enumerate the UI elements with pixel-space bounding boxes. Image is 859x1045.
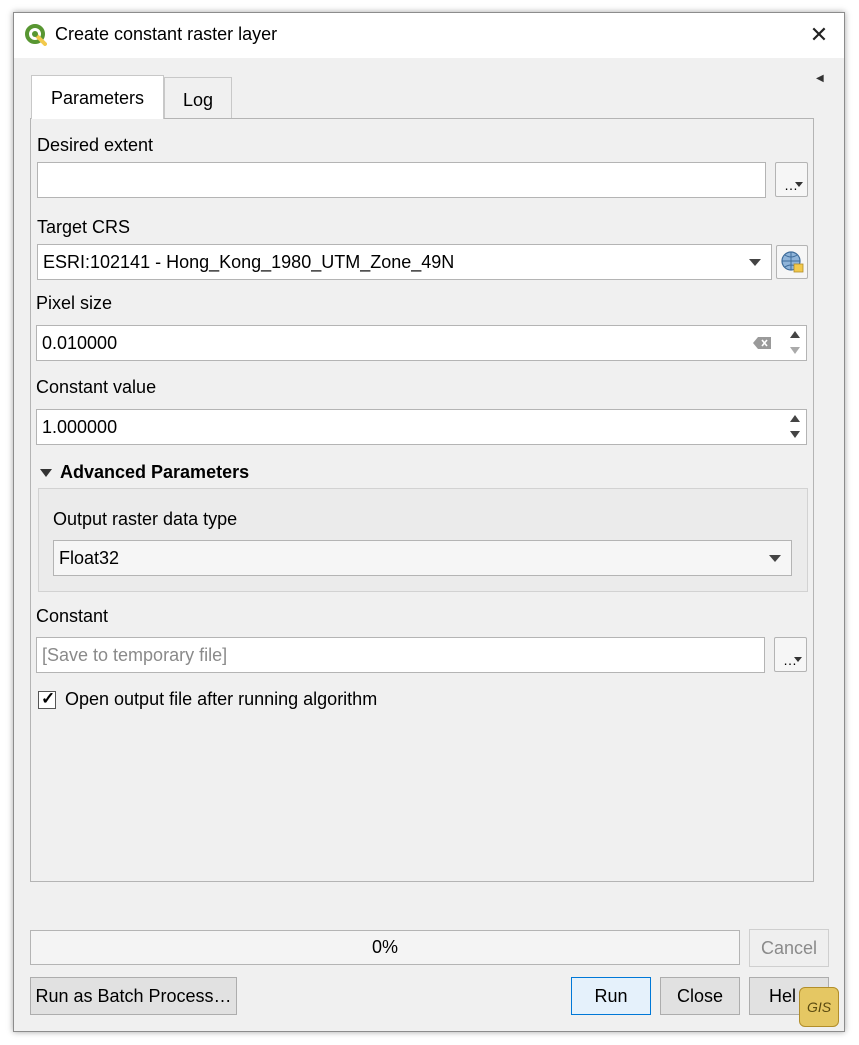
extent-options-button[interactable]: … xyxy=(775,162,808,197)
extent-field[interactable] xyxy=(37,162,766,198)
chevron-down-icon xyxy=(794,657,802,662)
close-window-icon[interactable]: ✕ xyxy=(804,21,834,49)
pixel-size-input[interactable]: 0.010000 xyxy=(36,325,807,361)
output-label: Constant xyxy=(36,606,109,626)
crs-value: ESRI:102141 - Hong_Kong_1980_UTM_Zone_49… xyxy=(43,252,455,272)
output-type-select[interactable]: Float32 xyxy=(53,540,792,576)
batch-process-button[interactable]: Run as Batch Process… xyxy=(30,977,237,1015)
output-file-field[interactable]: [Save to temporary file] xyxy=(36,637,765,673)
pixel-size-stepper[interactable] xyxy=(785,325,807,361)
constant-value-input[interactable]: 1.000000 xyxy=(36,409,807,445)
advanced-parameters-header[interactable]: Advanced Parameters xyxy=(60,462,249,483)
constant-value-label: Constant value xyxy=(36,377,157,397)
output-type-label: Output raster data type xyxy=(53,509,238,529)
watermark-logo: GIS xyxy=(799,987,839,1027)
chevron-down-icon xyxy=(749,259,761,266)
crs-label: Target CRS xyxy=(37,217,131,237)
qgis-logo-icon xyxy=(25,24,47,46)
collapse-panel-icon[interactable]: ◀ xyxy=(816,73,824,84)
extent-label: Desired extent xyxy=(37,135,154,155)
checkmark-icon: ✓ xyxy=(41,689,56,708)
decrement-icon xyxy=(790,347,800,354)
cancel-button[interactable]: Cancel xyxy=(749,929,829,967)
window-title: Create constant raster layer xyxy=(55,24,278,44)
constant-value-value: 1.000000 xyxy=(42,417,118,437)
close-button[interactable]: Close xyxy=(660,977,740,1015)
chevron-down-icon xyxy=(769,555,781,562)
collapse-triangle-icon[interactable] xyxy=(40,469,52,477)
select-crs-button[interactable] xyxy=(776,245,808,279)
tab-log[interactable]: Log xyxy=(164,77,232,119)
output-options-button[interactable]: … xyxy=(774,637,807,672)
increment-icon xyxy=(790,331,800,338)
output-placeholder: [Save to temporary file] xyxy=(42,645,228,665)
decrement-icon xyxy=(790,431,800,438)
pixel-size-value: 0.010000 xyxy=(42,333,118,353)
open-output-checkbox[interactable]: ✓ xyxy=(38,689,56,709)
progress-bar: 0% xyxy=(30,930,740,965)
output-type-value: Float32 xyxy=(59,548,120,568)
pixel-size-label: Pixel size xyxy=(36,293,113,313)
clear-icon[interactable] xyxy=(752,336,772,350)
constant-value-stepper[interactable] xyxy=(785,409,807,445)
open-output-label: Open output file after running algorithm xyxy=(65,689,378,709)
tab-parameters[interactable]: Parameters xyxy=(31,75,164,119)
crs-select[interactable]: ESRI:102141 - Hong_Kong_1980_UTM_Zone_49… xyxy=(37,244,772,280)
run-button[interactable]: Run xyxy=(571,977,651,1015)
increment-icon xyxy=(790,415,800,422)
chevron-down-icon xyxy=(795,182,803,187)
advanced-parameters-group: Output raster data type Float32 xyxy=(38,488,808,592)
title-bar: Create constant raster layer ✕ xyxy=(14,13,844,58)
dialog-window: Create constant raster layer ✕ ◀ Paramet… xyxy=(13,12,845,1032)
progress-text: 0% xyxy=(371,937,398,957)
globe-icon xyxy=(781,251,804,273)
